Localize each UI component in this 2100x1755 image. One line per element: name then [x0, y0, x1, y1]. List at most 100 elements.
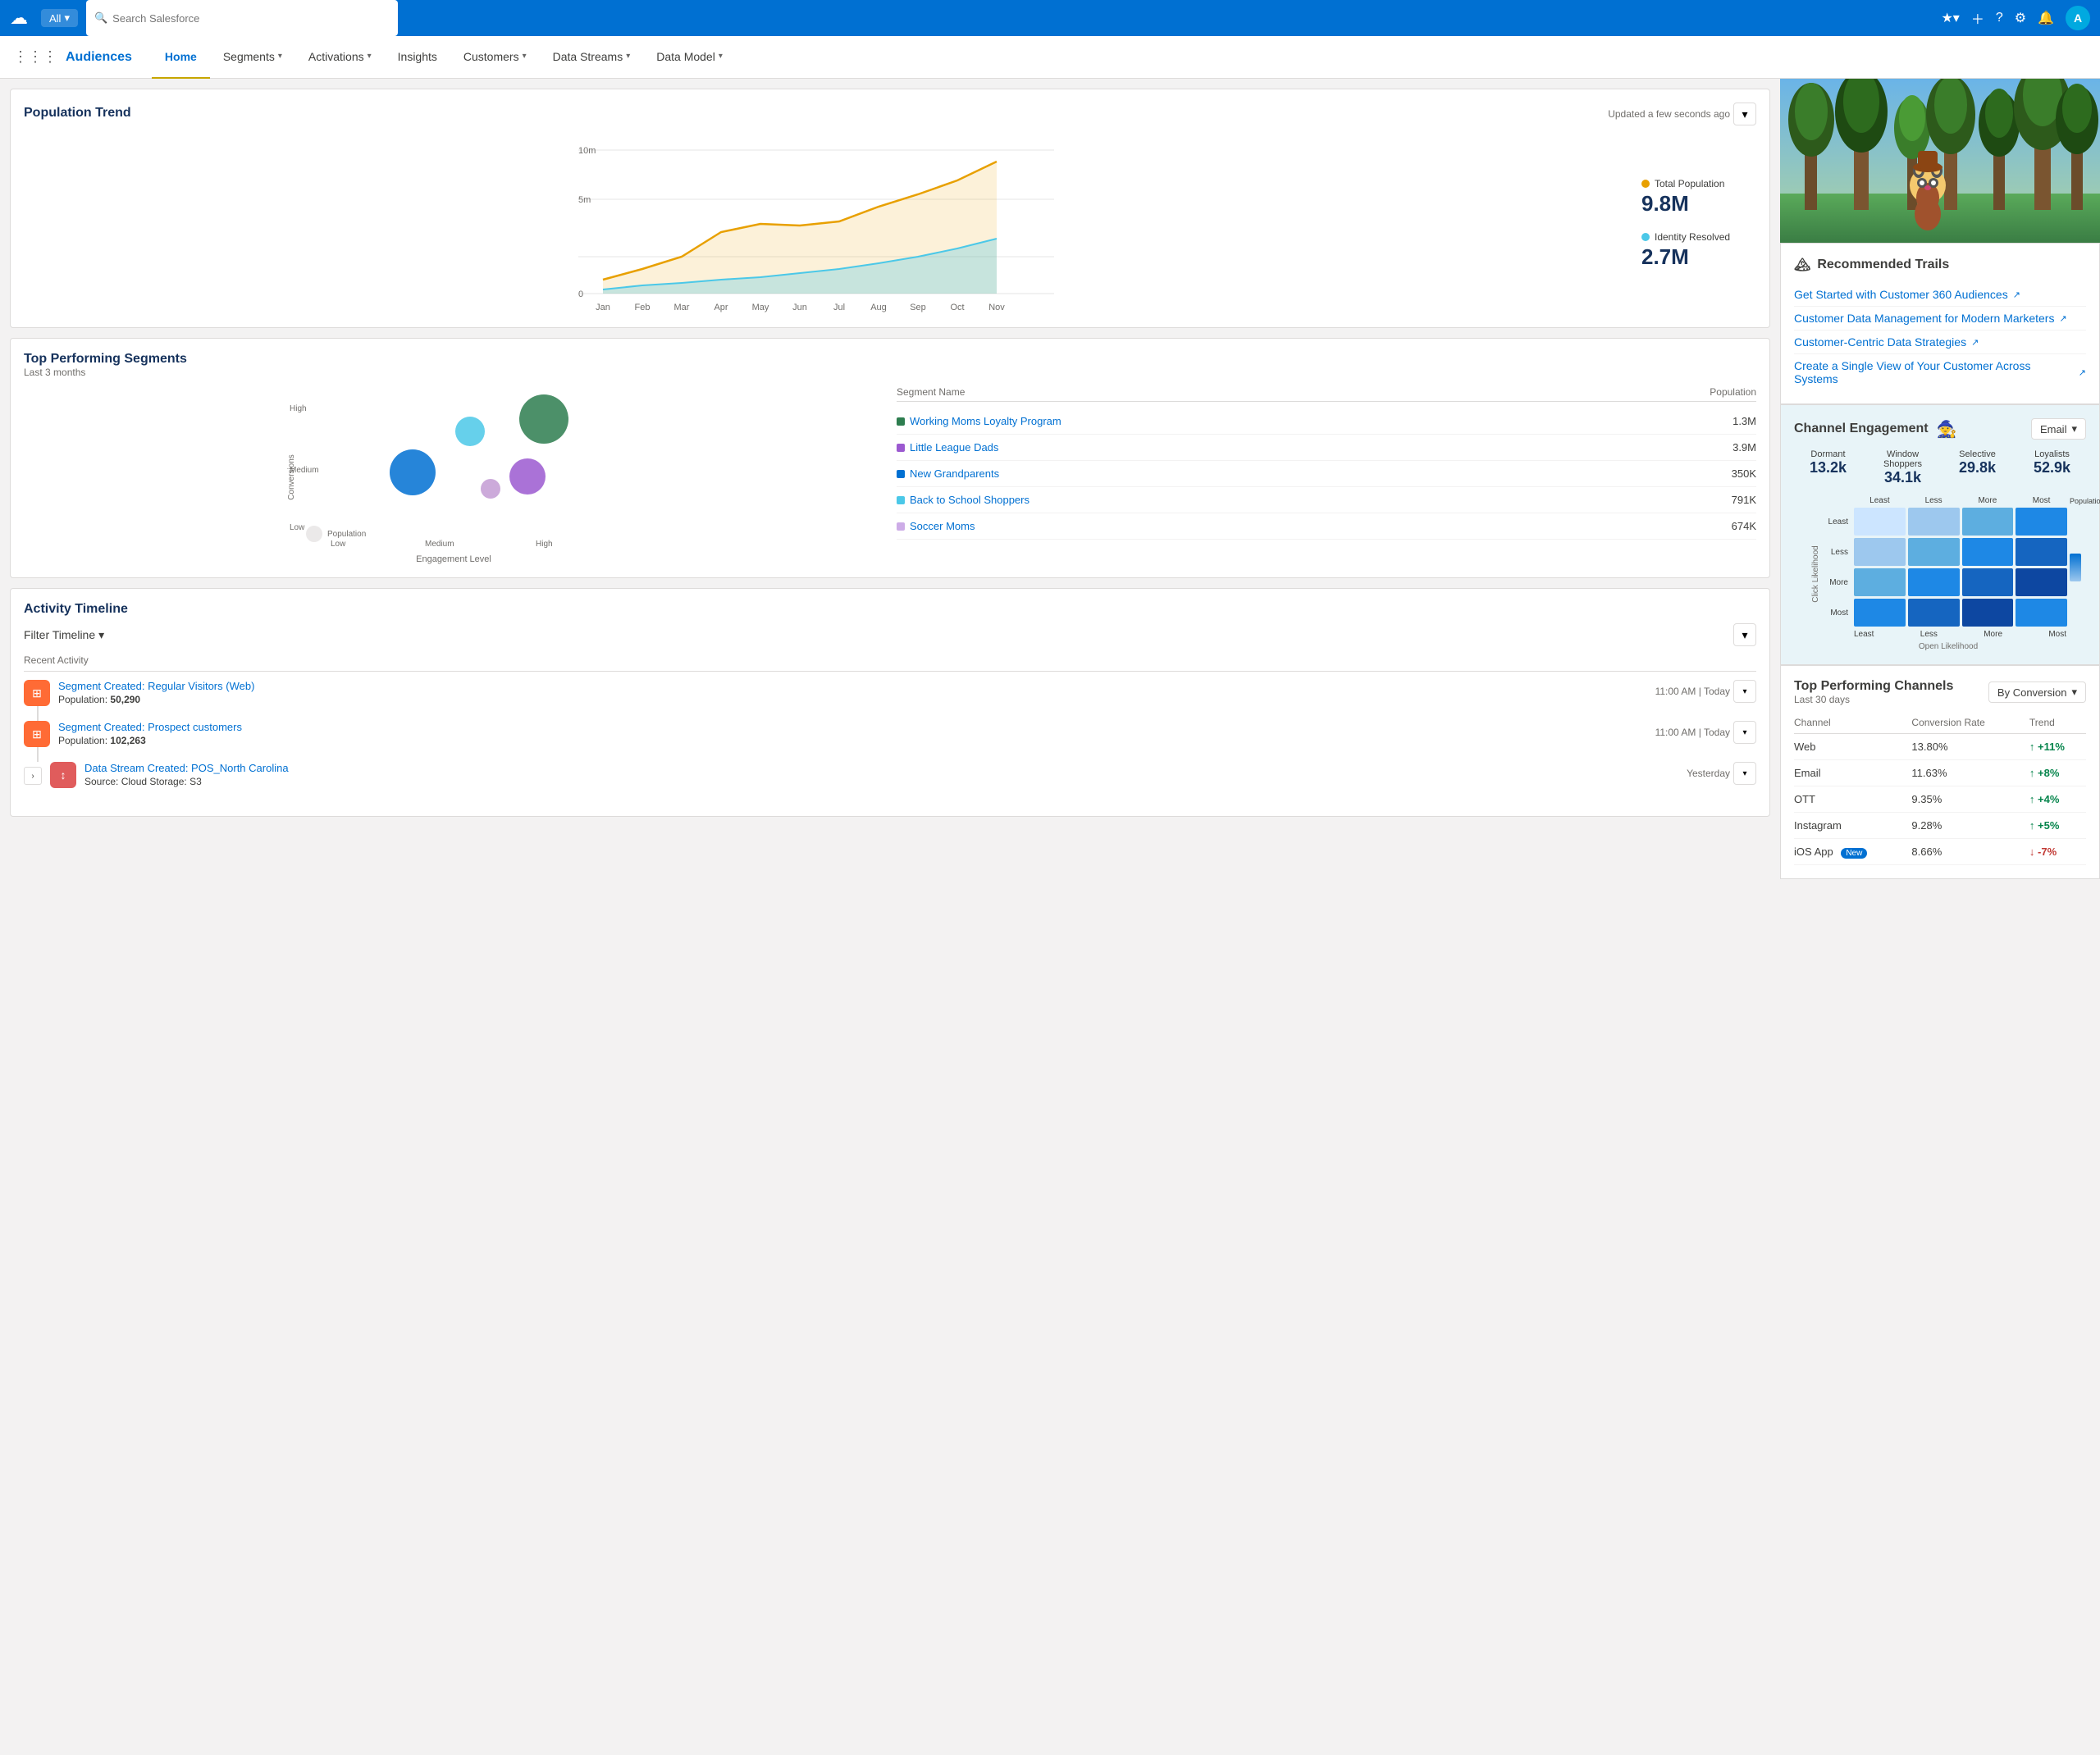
svg-text:High: High: [536, 540, 553, 549]
nav-icons: ★▾ ＋ ? ⚙ 🔔 A: [1941, 6, 2090, 30]
trend-update: Updated a few seconds ago ▾: [1608, 103, 1756, 125]
help-icon[interactable]: ?: [1996, 11, 2003, 25]
activity-time: Yesterday ▾: [1687, 762, 1756, 785]
top-navigation: ☁ All ▾ 🔍 ★▾ ＋ ? ⚙ 🔔 A: [0, 0, 2100, 36]
heatmap-x-labels: LeastLessMoreMost: [1810, 630, 2086, 639]
table-row: Web 13.80% ↑ +11%: [1794, 734, 2086, 760]
activity-time: 11:00 AM | Today ▾: [1655, 680, 1756, 703]
heatmap-cell: [1908, 538, 1960, 566]
activity-meta: Population: 102,263: [58, 735, 1647, 746]
filter-timeline-button[interactable]: Filter Timeline ▾: [24, 628, 104, 642]
update-options-button[interactable]: ▾: [1733, 103, 1756, 125]
segment-list: Segment Name Population Working Moms Loy…: [897, 386, 1756, 564]
window-shoppers-metric: Window Shoppers 34.1k: [1869, 449, 1937, 486]
heatmap-cell: [1962, 568, 2014, 596]
timeline-options-button[interactable]: ▾: [1733, 623, 1756, 646]
heatmap-cell: [2016, 538, 2067, 566]
all-pill[interactable]: All ▾: [41, 9, 78, 27]
chevron-down-icon: ▾: [719, 52, 723, 61]
heatmap-row-label: Most: [1810, 609, 1851, 618]
table-row: Instagram 9.28% ↑ +5%: [1794, 813, 2086, 839]
trail-link[interactable]: Create a Single View of Your Customer Ac…: [1794, 354, 2086, 390]
heatmap-cell: [1962, 538, 2014, 566]
activity-link[interactable]: Data Stream Created: POS_North Carolina: [84, 762, 1678, 774]
activity-options-button[interactable]: ▾: [1733, 721, 1756, 744]
right-panel: 🏔 Recommended Trails Get Started with Cu…: [1780, 79, 2100, 879]
svg-text:Low: Low: [290, 523, 305, 532]
svg-text:Jul: Jul: [833, 303, 845, 312]
heatmap-cell: [1962, 599, 2014, 627]
nav-item-customers[interactable]: Customers ▾: [450, 36, 540, 79]
search-bar[interactable]: 🔍: [86, 0, 398, 36]
pop-legend-label: Population: [2070, 497, 2086, 505]
activity-title: Activity Timeline: [24, 602, 128, 616]
nav-item-home[interactable]: Home: [152, 36, 210, 79]
trend-up-arrow: ↑: [2029, 767, 2035, 779]
list-item: Little League Dads 3.9M: [897, 435, 1756, 461]
heatmap-col-label: Least: [1854, 496, 1906, 505]
settings-icon[interactable]: ⚙: [2015, 10, 2026, 26]
new-badge: New: [1841, 848, 1867, 859]
nav-item-segments[interactable]: Segments ▾: [210, 36, 295, 79]
datastream-created-icon: ↕: [50, 762, 76, 788]
svg-text:5m: 5m: [578, 195, 591, 205]
favorites-icon[interactable]: ★▾: [1941, 10, 1959, 26]
activity-options-button[interactable]: ▾: [1733, 762, 1756, 785]
expand-button[interactable]: ›: [24, 767, 42, 785]
app-navigation: ⋮⋮⋮ Audiences Home Segments ▾ Activation…: [0, 36, 2100, 79]
grid-icon[interactable]: ⋮⋮⋮: [13, 48, 57, 66]
total-population-legend: Total Population 9.8M: [1641, 178, 1756, 217]
segment-color-icon: [897, 470, 905, 478]
trail-link[interactable]: Customer-Centric Data Strategies ↗: [1794, 330, 2086, 354]
nav-item-insights[interactable]: Insights: [385, 36, 450, 79]
channel-header: Channel Engagement 🧙 Email ▾: [1794, 418, 2086, 440]
heatmap-col-label: More: [1962, 496, 2014, 505]
segment-name[interactable]: New Grandparents: [897, 467, 999, 480]
external-link-icon: ↗: [2059, 313, 2066, 324]
trail-link[interactable]: Customer Data Management for Modern Mark…: [1794, 307, 2086, 330]
chart-area: 10m 5m 0 Jan Feb Mar Apr: [24, 134, 1756, 314]
channel-rate: 13.80%: [1911, 734, 2029, 760]
list-item: New Grandparents 350K: [897, 461, 1756, 487]
trails-title: 🏔 Recommended Trails: [1794, 257, 2086, 273]
nav-item-datamodel[interactable]: Data Model ▾: [643, 36, 736, 79]
heatmap-grid: Least Less More Most Population Least Le…: [1810, 496, 2086, 627]
segment-name[interactable]: Working Moms Loyalty Program: [897, 415, 1061, 427]
recent-label: Recent Activity: [24, 654, 1756, 672]
channel-dropdown[interactable]: Email ▾: [2031, 418, 2086, 440]
svg-text:Oct: Oct: [950, 303, 964, 312]
avatar[interactable]: A: [2066, 6, 2090, 30]
segment-color-icon: [897, 417, 905, 426]
search-input[interactable]: [112, 12, 390, 25]
nav-item-activations[interactable]: Activations ▾: [295, 36, 385, 79]
activity-link[interactable]: Segment Created: Regular Visitors (Web): [58, 680, 1647, 692]
add-icon[interactable]: ＋: [1971, 8, 1984, 28]
trail-link[interactable]: Get Started with Customer 360 Audiences …: [1794, 283, 2086, 307]
svg-text:High: High: [290, 404, 307, 413]
channel-rate: 9.28%: [1911, 813, 2029, 839]
nav-item-datastreams[interactable]: Data Streams ▾: [540, 36, 644, 79]
svg-text:Jan: Jan: [596, 303, 610, 312]
segment-name[interactable]: Little League Dads: [897, 441, 998, 454]
chevron-down-icon: ▾: [64, 11, 70, 25]
segment-created-icon: ⊞: [24, 721, 50, 747]
channel-name: Web: [1794, 734, 1911, 760]
line-chart-container: 10m 5m 0 Jan Feb Mar Apr: [24, 134, 1625, 314]
activity-link[interactable]: Segment Created: Prospect customers: [58, 721, 1647, 733]
selective-metric: Selective 29.8k: [1943, 449, 2011, 486]
trend-up-arrow: ↑: [2029, 793, 2035, 805]
heatmap-col-label: Less: [1908, 496, 1960, 505]
chevron-down-icon: ▾: [98, 628, 104, 642]
by-conversion-dropdown[interactable]: By Conversion ▾: [1988, 681, 2086, 703]
channel-header-channel: Channel: [1794, 712, 1911, 734]
notifications-icon[interactable]: 🔔: [2038, 10, 2054, 26]
nav-links: Home Segments ▾ Activations ▾ Insights C…: [152, 36, 736, 79]
external-link-icon: ↗: [2079, 367, 2086, 378]
segment-name[interactable]: Soccer Moms: [897, 520, 975, 532]
segment-name[interactable]: Back to School Shoppers: [897, 494, 1029, 506]
svg-text:Medium: Medium: [425, 540, 454, 549]
heatmap-col-label: Most: [2016, 496, 2067, 505]
activity-options-button[interactable]: ▾: [1733, 680, 1756, 703]
channel-rate: 9.35%: [1911, 786, 2029, 813]
svg-text:Conversions: Conversions: [287, 454, 296, 500]
